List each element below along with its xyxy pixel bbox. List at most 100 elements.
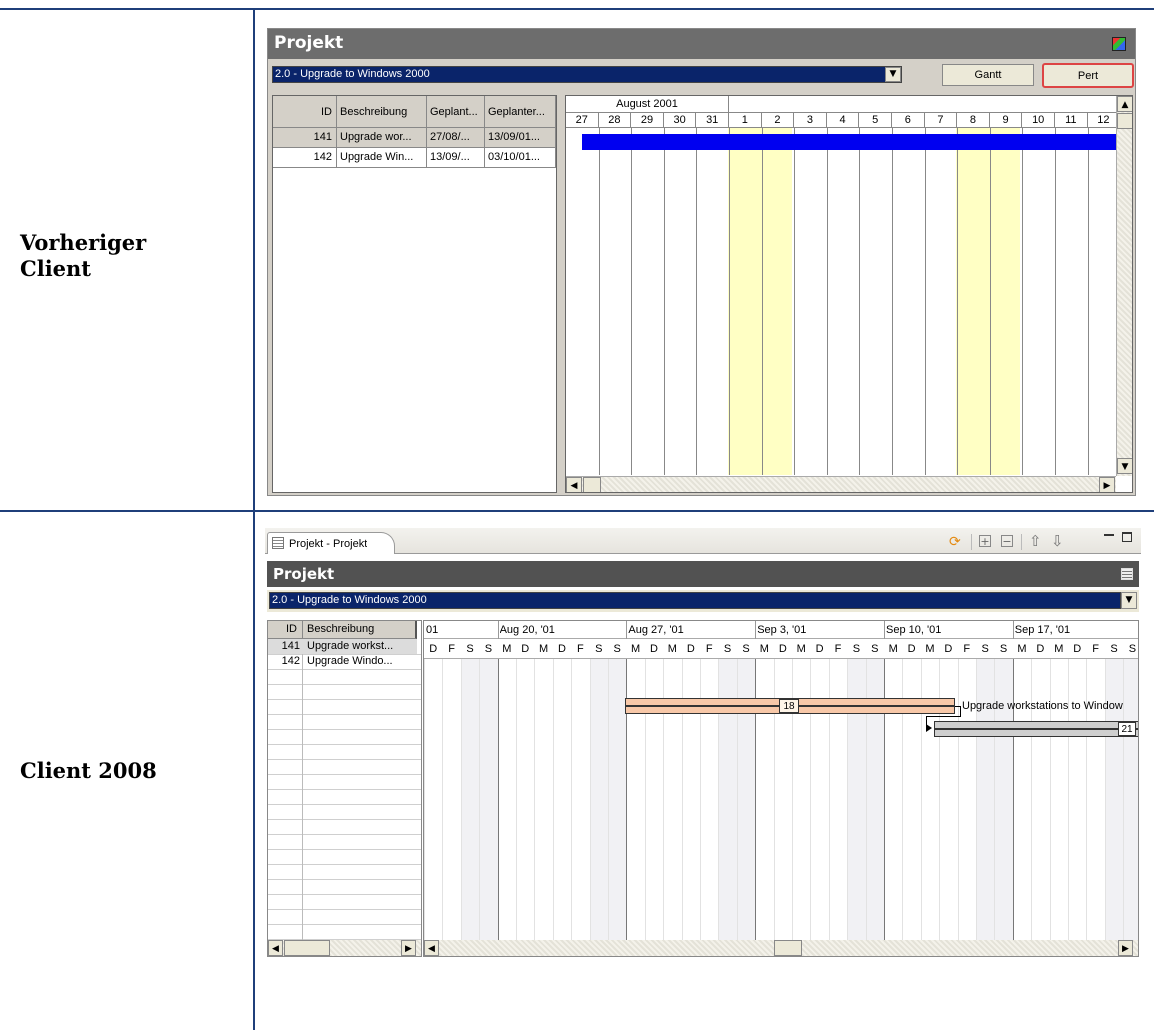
col-header-id[interactable]: ID (273, 96, 337, 128)
scroll-down-arrow[interactable]: ▼ (1117, 458, 1132, 474)
gantt-button-label: Gantt (974, 69, 1002, 81)
day-letter: D (558, 643, 566, 655)
day-label: 2 (762, 113, 795, 128)
task-description: Upgrade Windo... (307, 655, 393, 667)
scroll-right-arrow[interactable]: ▶ (1118, 940, 1133, 956)
col-header-beschreibung[interactable]: Beschreibung (303, 621, 417, 639)
task-start: 27/08/... (427, 128, 485, 148)
top-rule (0, 8, 1154, 10)
day-grid-line (608, 659, 609, 941)
task-description: Upgrade workst... (307, 640, 394, 652)
day-label: 9 (990, 113, 1023, 128)
col-header-id[interactable]: ID (268, 621, 303, 639)
day-label: 3 (794, 113, 827, 128)
task-description: Upgrade wor... (337, 128, 427, 148)
month-divider (728, 96, 729, 113)
scroll-left-arrow[interactable]: ◀ (424, 940, 439, 956)
table-row[interactable]: 141 Upgrade wor... 27/08/... 13/09/01... (273, 128, 556, 148)
scroll-thumb[interactable] (1117, 113, 1132, 129)
scroll-up-arrow[interactable]: ▲ (1117, 96, 1132, 112)
gantt-view-icon[interactable] (1121, 568, 1133, 580)
day-label: 4 (827, 113, 860, 128)
day-label: 5 (859, 113, 892, 128)
right-hscrollbar[interactable]: ◀ ▶ (424, 940, 1138, 956)
old-gridlines (566, 128, 1122, 475)
row-line (268, 714, 421, 715)
day-label: 11 (1055, 113, 1088, 128)
col-header-id-label: ID (321, 106, 332, 118)
col-header-geplant-end[interactable]: Geplanter... (485, 96, 556, 128)
tab-projekt[interactable]: Projekt - Projekt (267, 532, 395, 554)
row-label-client-2008-text: Client 2008 (20, 758, 157, 783)
new-project-select[interactable]: 2.0 - Upgrade to Windows 2000 (269, 592, 1121, 609)
day-header-row: 27 28 29 30 31 1 2 3 4 5 6 7 8 9 10 11 12 (566, 113, 1121, 128)
old-client-title-bar: Projekt (268, 29, 1135, 59)
day-letter: M (759, 643, 769, 655)
grid-line (826, 128, 828, 475)
week-label: Sep 3, '01 (757, 624, 807, 636)
day-header-row: DFSSMDMDFSSMDMDFSSMDMDFSSMDMDFSSMDMDFSS (424, 639, 1138, 659)
move-down-icon[interactable]: ⇩ (1051, 532, 1065, 550)
pert-button[interactable]: Pert (1042, 63, 1134, 88)
scroll-thumb[interactable] (774, 940, 802, 956)
row-line (268, 819, 421, 820)
task-id: 141 (281, 640, 300, 652)
expand-all-icon[interactable]: + (979, 535, 991, 547)
minimize-icon[interactable] (1104, 534, 1114, 538)
gantt-button[interactable]: Gantt (942, 64, 1034, 86)
week-label: Aug 27, '01 (628, 624, 684, 636)
maximize-icon[interactable] (1122, 532, 1132, 542)
day-letter: S (484, 643, 493, 655)
grid-line (794, 128, 796, 475)
middle-rule (0, 510, 1154, 512)
sync-icon[interactable]: ⟳ (949, 534, 965, 550)
col-header-geplant-start-label: Geplant... (430, 106, 478, 118)
day-letter: M (796, 643, 806, 655)
table-row[interactable]: 142 Upgrade Win... 13/09/... 03/10/01... (273, 148, 556, 168)
toolbar-separator (1021, 534, 1022, 550)
grid-line (631, 128, 633, 475)
grid-line (957, 128, 959, 475)
table-row[interactable]: 142 Upgrade Windo... (268, 654, 417, 669)
col-header-geplant-start[interactable]: Geplant... (427, 96, 485, 128)
scroll-thumb[interactable] (284, 940, 330, 956)
weekend-band (608, 659, 627, 941)
new-project-select-dropdown[interactable]: ▼ (1121, 592, 1137, 609)
day-letter: D (521, 643, 530, 655)
move-up-icon[interactable]: ⇧ (1029, 532, 1043, 550)
new-gantt-chart: 01 Aug 20, '01 Aug 27, '01 Sep 3, '01 Sep 10… (423, 620, 1139, 957)
grid-line (729, 128, 730, 475)
col-header-beschreibung[interactable]: Beschreibung (337, 96, 427, 128)
day-label: 7 (925, 113, 958, 128)
collapse-all-icon[interactable]: − (1001, 535, 1013, 547)
task-end: 03/10/01... (485, 148, 556, 168)
day-label: 10 (1022, 113, 1055, 128)
task-start: 13/09/... (427, 148, 485, 168)
left-hscrollbar[interactable]: ◀ ▶ (268, 940, 421, 956)
old-project-select-dropdown[interactable]: ▼ (885, 67, 901, 82)
scroll-left-arrow[interactable]: ◀ (268, 940, 283, 956)
table-row[interactable]: 141 Upgrade workst... (268, 639, 417, 654)
scroll-thumb[interactable] (583, 477, 601, 492)
day-label: 8 (957, 113, 990, 128)
row-line (268, 849, 421, 850)
old-project-select[interactable]: 2.0 - Upgrade to Windows 2000 (272, 66, 902, 83)
new-client-title: Projekt (273, 565, 335, 583)
old-hscrollbar[interactable]: ◀ ▶ (566, 476, 1116, 492)
day-letter: D (778, 643, 787, 655)
scroll-left-arrow[interactable]: ◀ (566, 477, 582, 492)
col-header-beschreibung-label: Beschreibung (340, 106, 408, 118)
pert-button-label: Pert (1077, 70, 1099, 82)
task-bar-141[interactable] (582, 134, 1116, 150)
old-client-window: Projekt 2.0 - Upgrade to Windows 2000 ▼ … (267, 28, 1136, 496)
row-line (268, 729, 421, 730)
day-letter: M (888, 643, 898, 655)
day-letter: M (539, 643, 549, 655)
scroll-right-arrow[interactable]: ▶ (1099, 477, 1115, 492)
old-vscrollbar[interactable]: ▲ ▼ (1116, 96, 1132, 476)
scroll-right-arrow[interactable]: ▶ (401, 940, 416, 956)
grid-line (1087, 128, 1089, 475)
task-bar-142[interactable] (934, 721, 1138, 737)
weekend-band (460, 659, 480, 941)
weekend-band (589, 659, 608, 941)
